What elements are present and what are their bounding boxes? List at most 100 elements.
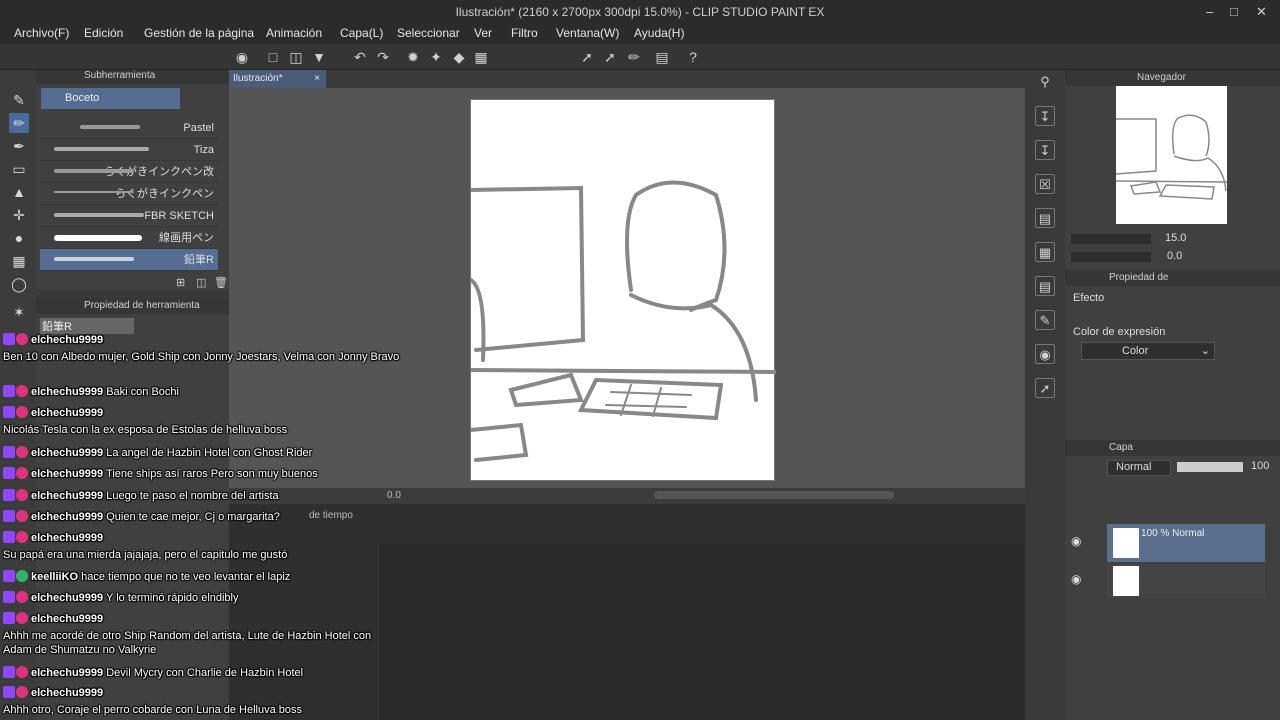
blend-mode-select[interactable]: Normal (1107, 460, 1171, 476)
right-toolbar: ⚲ ↧ ↧ ☒ ▤ ▦ ▤ ✎ ◉ ➚ (1025, 70, 1065, 720)
sub-tool-group-tab[interactable]: Boceto (41, 88, 180, 109)
sparkle-tool-icon[interactable]: ✶ (9, 302, 29, 322)
camera-icon[interactable]: ◉ (1035, 344, 1055, 364)
twitch-badge-icon (3, 510, 15, 522)
save-icon[interactable]: ▼ (310, 48, 328, 66)
eye-icon[interactable]: ◉ (1071, 572, 1081, 586)
menu-filtro[interactable]: Filtro (511, 26, 538, 40)
layer-label: 100 % Normal (1141, 528, 1205, 539)
navigator-angle: 0.0 (1167, 250, 1183, 262)
redo-icon[interactable]: ↷ (374, 48, 392, 66)
brush-item[interactable]: Tiza (40, 139, 218, 161)
new-file-icon[interactable]: □ (264, 48, 282, 66)
expression-color-value: Color (1122, 345, 1149, 357)
eye-icon[interactable]: ◉ (1071, 534, 1081, 548)
lasso-tool-icon[interactable]: ◯ (9, 274, 29, 294)
user-badge-icon (16, 489, 28, 501)
user-badge-icon (16, 591, 28, 603)
grid-tool-icon[interactable]: ▦ (9, 251, 29, 271)
chat-text: Quien te cae mejor, Cj o margarita? (103, 511, 280, 523)
rotate-slider[interactable] (1071, 252, 1151, 262)
sub-tool-panel: Subherramienta Boceto Pastel Tiza らくがきイン… (36, 70, 229, 290)
crop-icon[interactable]: ☒ (1035, 174, 1055, 194)
move-tool-icon[interactable]: ✛ (9, 205, 29, 225)
menu-ver[interactable]: Ver (474, 26, 492, 40)
edit-icon[interactable]: ✎ (1035, 310, 1055, 330)
chat-message: Su papá era una mierda jajajaja, pero el… (3, 549, 287, 561)
maximize-icon[interactable]: □ (1230, 4, 1238, 19)
effect-label: Efecto (1073, 292, 1105, 304)
panel-icon[interactable]: ▤ (653, 48, 671, 66)
twitch-badge-icon (3, 385, 15, 397)
undo-icon[interactable]: ↶ (351, 48, 369, 66)
pen-tool-icon[interactable]: ✎ (9, 90, 29, 110)
delete-brush-icon[interactable]: 🗑 (214, 276, 228, 289)
export-icon[interactable]: ↧ (1035, 140, 1055, 160)
brush-item-selected[interactable]: 鉛筆R (40, 249, 218, 271)
brush-item[interactable]: Pastel (40, 117, 218, 139)
menu-ventana[interactable]: Ventana(W) (556, 26, 619, 40)
eraser-tool-icon[interactable]: ▭ (9, 159, 29, 179)
opacity-slider[interactable] (1177, 462, 1243, 472)
document-tab[interactable]: Ilustración* × (229, 70, 326, 88)
transform-icon[interactable]: ▦ (472, 48, 490, 66)
menu-gestion-pagina[interactable]: Gestión de la página (144, 26, 254, 40)
copy-brush-icon[interactable]: ◫ (196, 276, 206, 289)
help-icon[interactable]: ? (684, 48, 702, 66)
brush-item[interactable]: らくがきインクペン (40, 183, 218, 205)
search-icon[interactable]: ⚲ (1035, 72, 1055, 92)
ruler-icon[interactable]: ✏ (625, 48, 643, 66)
menu-animacion[interactable]: Animación (266, 26, 322, 40)
share-icon[interactable]: ➚ (1035, 378, 1055, 398)
menu-ayuda[interactable]: Ayuda(H) (634, 26, 684, 40)
chat-message: elchechu9999 Quien te cae mejor, Cj o ma… (3, 510, 280, 523)
chat-text: Nicolás Tesla con la ex esposa de Estola… (3, 424, 288, 436)
import-icon[interactable]: ↧ (1035, 106, 1055, 126)
twitch-badge-icon (3, 406, 15, 418)
chat-text: Tiene ships así raros Pero son muy bueno… (103, 468, 318, 480)
chat-username: elchechu9999 (31, 468, 104, 480)
pencil-tool-icon[interactable]: ✏ (9, 113, 29, 133)
open-file-icon[interactable]: ◫ (287, 48, 305, 66)
library-icon[interactable]: ▤ (1035, 208, 1055, 228)
tab-close-icon[interactable]: × (314, 70, 320, 88)
brush-tool-icon[interactable]: ✒ (9, 136, 29, 156)
expression-color-select[interactable]: Color ⌄ (1081, 342, 1215, 360)
add-brush-icon[interactable]: ⊞ (176, 276, 185, 289)
chat-text: Ahhh me acordé de otro Ship Random del a… (3, 630, 372, 642)
chat-message: Adam de Shumatzu no Valkyrie (3, 644, 156, 656)
user-badge-icon (16, 570, 28, 582)
timeline-tracks[interactable] (379, 544, 1025, 720)
zoom-slider[interactable] (1071, 234, 1151, 244)
blend-tool-icon[interactable]: ● (9, 228, 29, 248)
loading-icon[interactable]: ✹ (404, 48, 422, 66)
chat-message: elchechu9999 (3, 406, 103, 419)
menu-seleccionar[interactable]: Seleccionar (397, 26, 460, 40)
layer-row[interactable] (1107, 564, 1265, 598)
brush-item[interactable]: らくがきインクペン改 (40, 161, 218, 183)
minimize-icon[interactable]: – (1206, 4, 1213, 19)
menu-archivo[interactable]: Archivo(F) (14, 26, 69, 40)
fill-icon[interactable]: ◆ (450, 48, 468, 66)
fill-tool-icon[interactable]: ▲ (9, 182, 29, 202)
user-badge-icon (16, 612, 28, 624)
chat-message: elchechu9999 Luego te paso el nombre del… (3, 489, 279, 502)
horizontal-scrollbar[interactable] (654, 491, 894, 499)
twitch-badge-icon (3, 666, 15, 678)
chat-username: elchechu9999 (31, 687, 104, 699)
snap-ruler-icon[interactable]: ➚ (578, 48, 596, 66)
snap-guide-icon[interactable]: ➚ (601, 48, 619, 66)
layer-row-selected[interactable]: 100 % Normal (1107, 524, 1265, 562)
pages-icon[interactable]: ▤ (1035, 276, 1055, 296)
close-icon[interactable]: ✕ (1256, 4, 1267, 20)
drawing-canvas[interactable] (469, 99, 778, 481)
chat-username: elchechu9999 (31, 532, 104, 544)
brush-item[interactable]: 線画用ペン (40, 227, 218, 249)
menu-edicion[interactable]: Edición (84, 26, 123, 40)
home-icon[interactable]: ◉ (233, 48, 251, 66)
menu-capa[interactable]: Capa(L) (340, 26, 383, 40)
brush-item[interactable]: FBR SKETCH (40, 205, 218, 227)
clear-icon[interactable]: ✦ (427, 48, 445, 66)
navigator-thumbnail[interactable] (1115, 86, 1228, 224)
frames-icon[interactable]: ▦ (1035, 242, 1055, 262)
